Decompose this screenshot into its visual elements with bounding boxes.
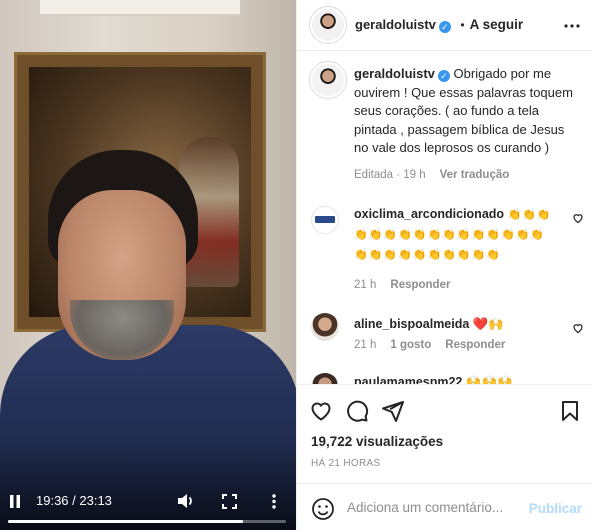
fullscreen-icon xyxy=(221,493,237,509)
reply-button[interactable]: Responder xyxy=(445,339,505,351)
post-panel: geraldoluistv ✓ • A seguir geraldoluistv ✓ … xyxy=(296,0,593,530)
caption-meta: Editada · 19 h Ver tradução xyxy=(354,169,509,181)
add-comment-bar: Publicar xyxy=(297,483,593,532)
verified-badge-icon: ✓ xyxy=(437,70,450,82)
video-progress-bar[interactable] xyxy=(8,520,286,523)
publish-button[interactable]: Publicar xyxy=(529,501,582,516)
comment-avatar[interactable] xyxy=(311,313,339,341)
header-username[interactable]: geraldoluistv xyxy=(355,17,436,32)
bookmark-icon[interactable] xyxy=(558,399,582,423)
fullscreen-button[interactable] xyxy=(219,492,239,510)
comment-meta: 21 h Responder xyxy=(354,279,450,291)
caption-edited-time: Editada · 19 h xyxy=(354,169,426,181)
comment-username[interactable]: aline_bispoalmeida xyxy=(354,317,469,331)
caption-username[interactable]: geraldoluistv xyxy=(354,66,435,81)
following-button[interactable]: A seguir xyxy=(470,17,524,32)
volume-icon xyxy=(178,494,192,508)
views-count[interactable]: 19,722 visualizações xyxy=(311,434,443,449)
comment-like-heart-icon[interactable] xyxy=(572,322,584,334)
pause-icon xyxy=(10,494,20,508)
translate-button[interactable]: Ver tradução xyxy=(440,169,510,181)
reply-button[interactable]: Responder xyxy=(390,279,450,291)
share-icon[interactable] xyxy=(381,399,405,423)
avatar-image xyxy=(312,64,344,96)
comment-meta: 21 h 1 gosto Responder xyxy=(354,339,505,351)
emoji-icon[interactable] xyxy=(311,497,335,521)
header-user-line: geraldoluistv ✓ • A seguir xyxy=(355,16,523,34)
comment-body: paulamamespm22 🙌🙌🙌 xyxy=(354,373,554,384)
post-header: geraldoluistv ✓ • A seguir xyxy=(297,0,593,51)
comment-text: ❤️🙌 xyxy=(472,317,504,331)
verified-badge-icon: ✓ xyxy=(438,21,451,33)
comment-like-heart-icon[interactable] xyxy=(572,212,584,224)
heart-icon[interactable] xyxy=(309,399,333,423)
video-more-button[interactable] xyxy=(264,492,284,510)
ceiling-light xyxy=(40,0,240,16)
comment-text: 🙌🙌🙌 xyxy=(465,375,513,384)
more-horizontal-icon xyxy=(564,24,580,28)
header-separator: • xyxy=(460,18,465,32)
pause-button[interactable] xyxy=(6,492,24,510)
post-actions-area: 19,722 visualizações HÁ 21 HORAS Publica… xyxy=(297,384,593,531)
video-time: 19:36 / 23:13 xyxy=(36,493,112,508)
comment-time: 21 h xyxy=(354,279,377,291)
volume-button[interactable] xyxy=(176,492,196,510)
comment-avatar[interactable] xyxy=(311,206,339,234)
avatar-image xyxy=(312,9,344,41)
comment-username[interactable]: paulamamespm22 xyxy=(354,375,462,384)
caption: geraldoluistv ✓ Obrigado por me ouvirem !… xyxy=(354,65,579,158)
comment-username[interactable]: oxiclima_arcondicionado xyxy=(354,207,504,221)
more-vertical-icon xyxy=(272,493,276,509)
video-progress-fill xyxy=(8,520,243,523)
comment-icon[interactable] xyxy=(345,399,369,423)
caption-avatar[interactable] xyxy=(309,61,347,99)
comments-section[interactable]: geraldoluistv ✓ Obrigado por me ouvirem !… xyxy=(297,51,593,384)
video-controls: 19:36 / 23:13 xyxy=(0,470,296,530)
comment-avatar[interactable] xyxy=(311,373,339,384)
more-options-button[interactable] xyxy=(564,12,580,33)
comment-likes[interactable]: 1 gosto xyxy=(390,339,431,351)
comment-body: aline_bispoalmeida ❤️🙌 xyxy=(354,315,554,334)
comment-body: oxiclima_arcondicionado 👏👏👏👏👏👏👏👏👏👏👏👏👏👏👏👏… xyxy=(354,205,554,265)
post-time-ago: HÁ 21 HORAS xyxy=(311,458,381,469)
comment-time: 21 h xyxy=(354,339,377,351)
comment-input[interactable] xyxy=(345,499,519,516)
video-player[interactable]: 19:36 / 23:13 xyxy=(0,0,296,530)
brand-logo-icon xyxy=(315,216,335,223)
avatar[interactable] xyxy=(309,6,347,44)
